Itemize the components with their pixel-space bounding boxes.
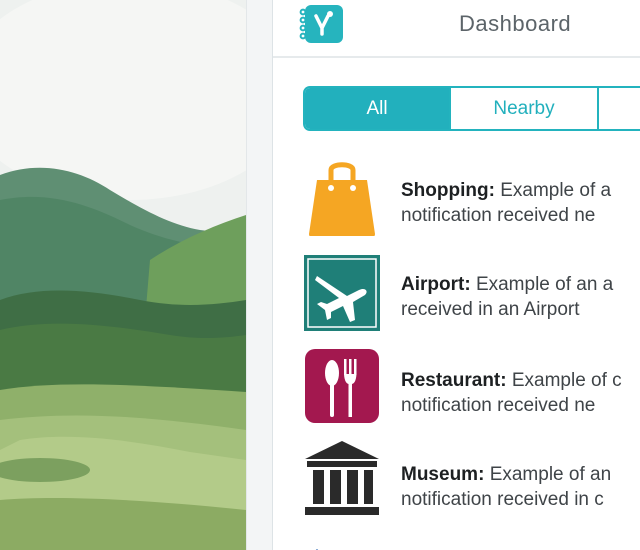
list-item[interactable]: Museum: Example of an notification recei… (273, 435, 640, 530)
background-landscape-image (0, 0, 246, 550)
notification-text: Shopping: Example of a notification rece… (401, 178, 640, 228)
notification-title: Museum: (401, 464, 485, 485)
notification-list: Shopping: Example of a notification rece… (273, 150, 640, 530)
notification-line2: received in an Airport (401, 299, 580, 320)
list-item[interactable]: Shopping: Example of a notification rece… (273, 150, 640, 245)
list-item[interactable]: Airport: Example of an a received in an … (273, 245, 640, 340)
notification-text: Airport: Example of an a received in an … (401, 272, 640, 322)
list-item[interactable]: Restaurant: Example of c notification re… (273, 340, 640, 435)
page-title: Dashboard (459, 11, 572, 36)
notification-line1: Example of a (500, 180, 612, 201)
notification-title: Restaurant: (401, 370, 507, 391)
notification-line2: notification received in c (401, 489, 604, 510)
museum-icon (303, 439, 381, 517)
panel-divider (246, 0, 272, 550)
app-logo-icon[interactable] (297, 3, 345, 45)
tab-nearby[interactable]: Nearby (451, 88, 599, 129)
partial-next-item-icon (303, 543, 381, 550)
notification-text: Restaurant: Example of c notification re… (401, 368, 640, 418)
app-header: Dashboard (273, 0, 640, 58)
notification-line2: notification received ne (401, 395, 596, 416)
airplane-icon (303, 254, 381, 332)
notification-line1: Example of an (489, 464, 612, 485)
filter-tabs: All Nearby (303, 86, 640, 131)
notification-title: Airport: (401, 274, 471, 295)
tab-third[interactable] (599, 88, 640, 129)
notification-text: Museum: Example of an notification recei… (401, 462, 640, 512)
notification-title: Shopping: (401, 180, 495, 201)
notification-line1: Example of c (511, 370, 622, 391)
dashboard-panel: Dashboard All Nearby Shopping: Example o… (272, 0, 640, 550)
tab-all[interactable]: All (305, 88, 451, 129)
shopping-bag-icon (303, 158, 381, 237)
fork-spoon-icon (303, 347, 381, 425)
notification-line1: Example of an a (475, 274, 614, 295)
notification-line2: notification received ne (401, 205, 596, 226)
